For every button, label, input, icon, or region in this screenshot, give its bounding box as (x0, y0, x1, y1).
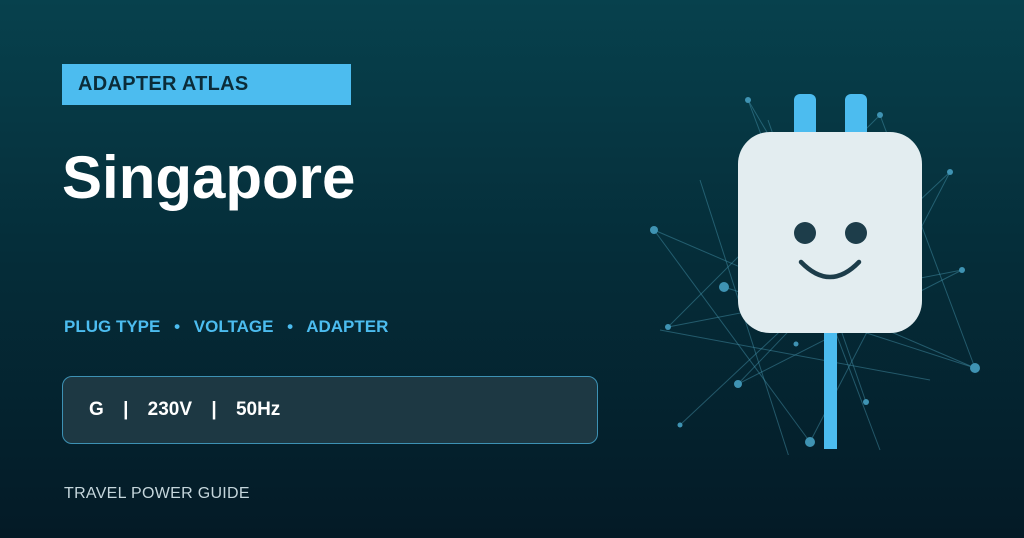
spec-separator: | (123, 399, 129, 420)
brand-badge-label: ADAPTER ATLAS (78, 73, 249, 95)
spec-separator: | (211, 399, 217, 420)
smiling-plug-icon (650, 94, 980, 455)
feature-separator: • (174, 317, 181, 336)
feature-plug-type: PLUG TYPE (64, 317, 161, 336)
feature-voltage: VOLTAGE (193, 317, 274, 336)
brand-badge: ADAPTER ATLAS (62, 64, 351, 105)
feature-adapter: ADAPTER (306, 317, 389, 336)
cable (824, 325, 837, 449)
feature-list: PLUG TYPE • VOLTAGE • ADAPTER (64, 316, 388, 338)
plug-eye-right (845, 222, 867, 244)
spec-voltage: 230V (147, 399, 193, 420)
page-title: Singapore (62, 144, 356, 211)
specs-panel: G | 230V | 50Hz (62, 376, 598, 444)
plug-body (738, 132, 922, 333)
spec-frequency: 50Hz (235, 399, 281, 420)
feature-separator: • (287, 317, 294, 336)
footer-label: TRAVEL POWER GUIDE (64, 485, 250, 502)
plug-eye-left (794, 222, 816, 244)
spec-plug-type: G (89, 399, 104, 420)
